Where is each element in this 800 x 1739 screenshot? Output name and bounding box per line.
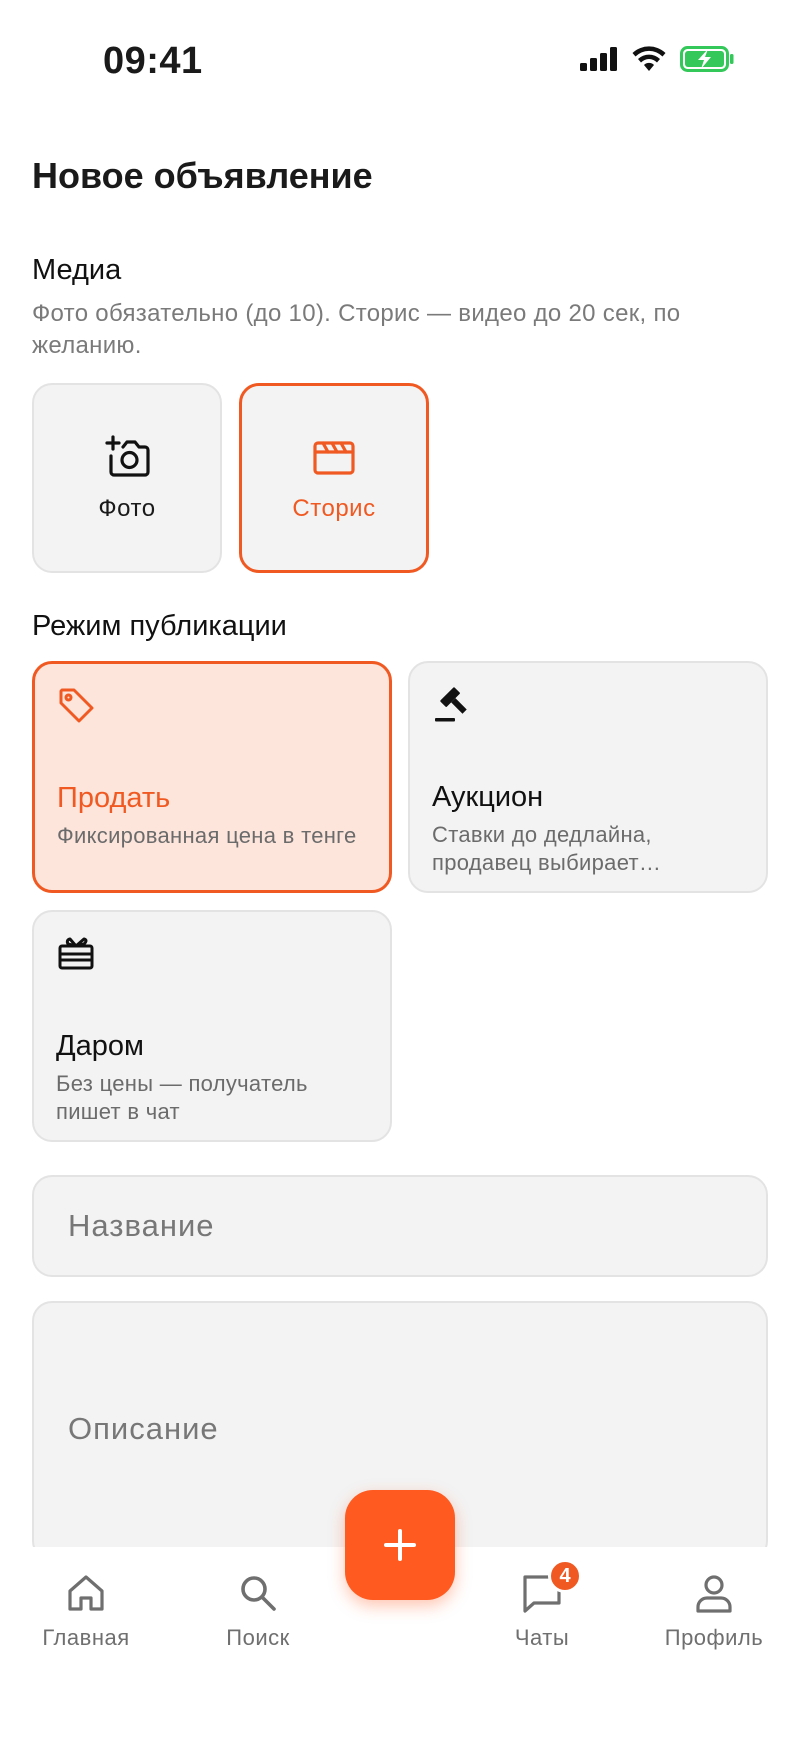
publication-mode-title: Режим публикации [32, 610, 287, 642]
nav-chats[interactable]: 4 Чаты [472, 1559, 612, 1651]
clapperboard-icon [313, 441, 355, 475]
price-tag-icon [59, 688, 94, 723]
add-story-button[interactable]: Сторис [239, 383, 429, 573]
status-icons [580, 46, 734, 72]
nav-profile-label: Профиль [664, 1625, 764, 1650]
chat-icon-wrap: 4 [520, 1559, 582, 1615]
media-section-title: Медиа [32, 254, 122, 286]
mode-auction-card[interactable]: Аукцион Ставки до дедлайна, продавец выб… [408, 661, 768, 893]
cellular-signal-icon [580, 47, 617, 71]
gift-icon [58, 937, 94, 970]
new-listing-screen: 09:41 Новое объявление Медиа Фото обязат… [0, 0, 800, 1739]
nav-home[interactable]: Главная [16, 1571, 156, 1651]
nav-home-label: Главная [42, 1625, 130, 1650]
nav-chats-label: Чаты [514, 1625, 570, 1650]
wifi-icon [632, 46, 666, 71]
mode-auction-title: Аукцион [432, 781, 544, 813]
mode-sell-description: Фиксированная цена в тенге [57, 823, 357, 848]
profile-icon [696, 1575, 732, 1613]
page-title: Новое объявление [32, 155, 373, 196]
mode-sell-title: Продать [57, 782, 171, 814]
battery-charging-icon [680, 46, 734, 72]
mode-free-card[interactable]: Даром Без цены — получатель пишет в чат [32, 910, 392, 1142]
mode-sell-card[interactable]: Продать Фиксированная цена в тенге [32, 661, 392, 893]
nav-search[interactable]: Поиск [188, 1571, 328, 1651]
add-photo-button[interactable]: Фото [32, 383, 222, 573]
nav-search-label: Поиск [226, 1625, 290, 1650]
plus-icon [384, 1529, 416, 1561]
home-icon [68, 1575, 104, 1611]
mode-free-description: Без цены — получатель пишет в чат [56, 1071, 308, 1124]
add-photo-label: Фото [98, 495, 156, 522]
chats-unread-badge: 4 [548, 1559, 582, 1593]
title-input[interactable] [34, 1177, 766, 1275]
status-time: 09:41 [103, 40, 203, 82]
mode-free-title: Даром [56, 1030, 144, 1062]
add-story-label: Сторис [292, 495, 376, 522]
create-listing-fab[interactable] [345, 1490, 455, 1600]
media-section-description: Фото обязательно (до 10). Сторис — видео… [32, 300, 681, 359]
mode-auction-description: Ставки до дедлайна, продавец выбирает по… [432, 822, 652, 875]
status-bar: 09:41 [0, 0, 800, 130]
nav-profile[interactable]: Профиль [644, 1571, 784, 1651]
gavel-icon [435, 687, 467, 722]
search-icon [241, 1576, 276, 1611]
title-field[interactable] [32, 1175, 768, 1277]
add-photo-icon [105, 435, 150, 477]
